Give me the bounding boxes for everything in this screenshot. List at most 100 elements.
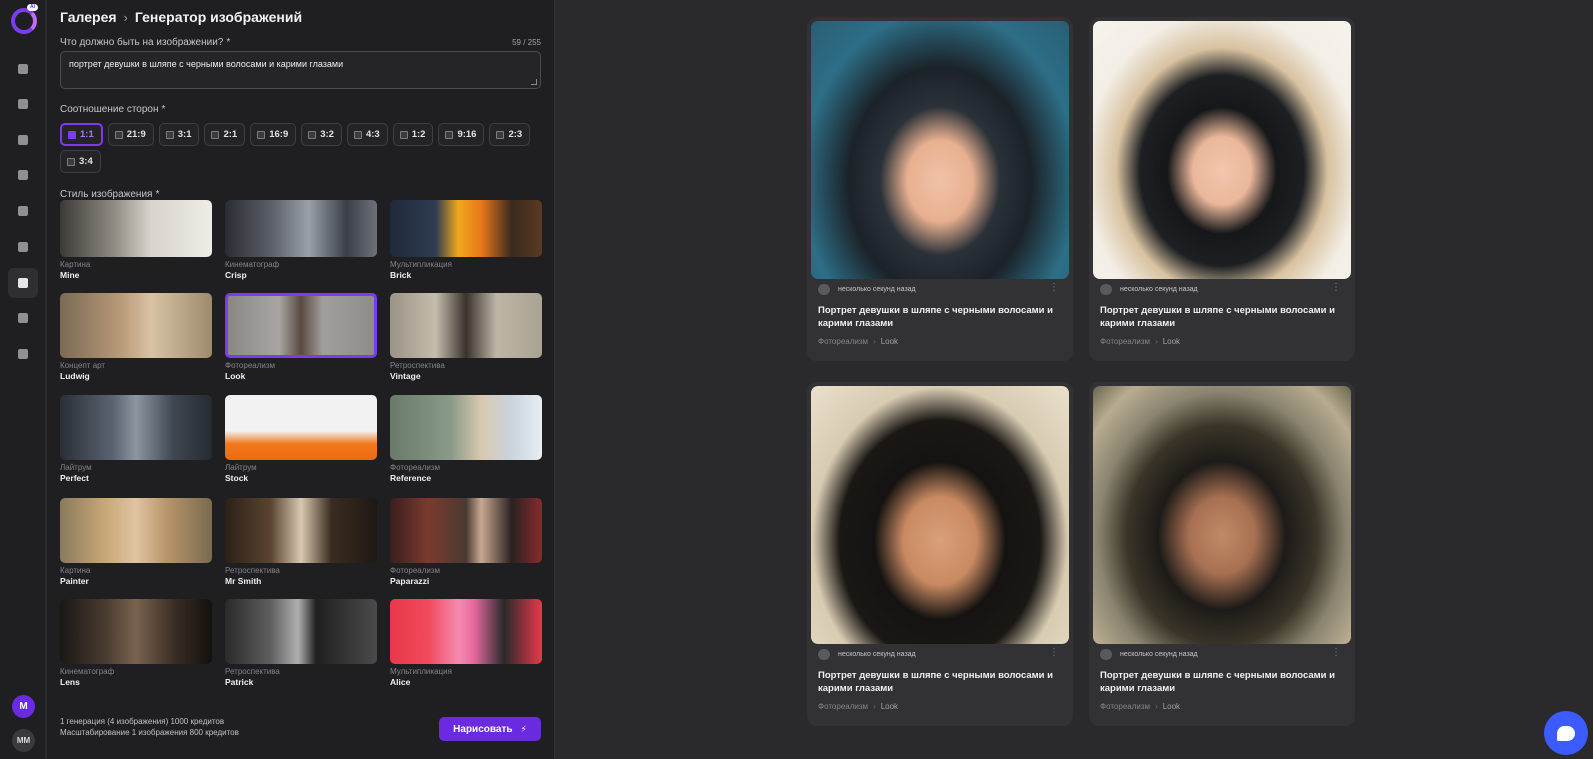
ratio-label: Соотношение сторон * [60, 104, 166, 115]
ratio-option[interactable]: 1:1 [60, 123, 103, 146]
style-card[interactable]: Мультипликация Alice [390, 599, 542, 687]
style-card[interactable]: Лайтрум Stock [225, 395, 377, 483]
style-label: Стиль изображения * [60, 189, 160, 200]
card-title: Портрет девушки в шляпе с черными волоса… [1100, 670, 1335, 694]
frame-icon [399, 130, 408, 139]
video-icon[interactable] [12, 307, 34, 329]
style-card-selected[interactable]: Фотореализм Look [225, 293, 377, 381]
avatar[interactable]: M [12, 695, 35, 718]
style-thumbnail [225, 200, 377, 257]
generated-image[interactable] [1093, 21, 1351, 279]
chat-icon [1557, 725, 1575, 741]
card-meta: несколько секунд назад [1100, 284, 1198, 295]
chevron-right-icon: › [873, 702, 876, 711]
heart-icon[interactable] [818, 649, 830, 660]
frame-icon [114, 130, 123, 139]
style-thumbnail [60, 498, 212, 563]
style-thumbnail [60, 599, 212, 664]
style-card[interactable]: Картина Mine [60, 200, 212, 280]
style-thumbnail [390, 498, 542, 563]
image-generator-icon[interactable] [8, 268, 38, 298]
gallery-card[interactable]: несколько секунд назад ⋮ Портрет девушки… [1089, 17, 1355, 361]
card-meta: несколько секунд назад [818, 284, 916, 295]
home-icon[interactable] [12, 58, 34, 80]
gallery-card[interactable]: несколько секунд назад ⋮ Портрет девушки… [807, 382, 1073, 726]
ratio-option[interactable]: 2:1 [204, 123, 246, 146]
card-title: Портрет девушки в шляпе с черными волоса… [818, 305, 1053, 329]
style-card[interactable]: Ретроспектива Vintage [390, 293, 542, 381]
frame-icon [308, 130, 317, 139]
card-meta: несколько секунд назад [818, 649, 916, 660]
breadcrumb-gallery-link[interactable]: Галерея [60, 9, 117, 25]
card-tags: Фотореализм › Look [1100, 337, 1181, 346]
frame-icon [165, 130, 174, 139]
ratio-options-row2: 3:4 [60, 150, 101, 173]
style-thumbnail [390, 293, 542, 358]
ratio-option[interactable]: 9:16 [438, 123, 485, 146]
resize-handle-icon[interactable] [531, 79, 537, 85]
heart-icon[interactable] [818, 284, 830, 295]
chevron-right-icon: › [123, 9, 128, 25]
frame-icon [211, 130, 220, 139]
ratio-option[interactable]: 21:9 [107, 123, 154, 146]
ratio-option[interactable]: 1:2 [392, 123, 434, 146]
style-card[interactable]: Лайтрум Perfect [60, 395, 212, 483]
coin-icon[interactable] [12, 343, 34, 365]
ratio-option[interactable]: 16:9 [250, 123, 297, 146]
chat-button[interactable] [1544, 711, 1588, 755]
style-thumbnail [225, 395, 377, 460]
style-thumbnail [390, 395, 542, 460]
add-icon[interactable] [12, 129, 34, 151]
logo-badge: AI [27, 4, 38, 11]
ratio-option[interactable]: 2:3 [489, 123, 531, 146]
more-icon[interactable]: ⋮ [1331, 282, 1341, 293]
ratio-option[interactable]: 3:4 [60, 150, 101, 173]
style-thumbnail [60, 293, 212, 358]
style-card[interactable]: Кинематограф Crisp [225, 200, 377, 280]
style-card[interactable]: Ретроспектива Mr Smith [225, 498, 377, 586]
ratio-option[interactable]: 4:3 [346, 123, 388, 146]
more-icon[interactable]: ⋮ [1049, 647, 1059, 658]
style-card[interactable]: Мультипликация Brick [390, 200, 542, 280]
prompt-label: Что должно быть на изображении? * [60, 37, 231, 48]
style-card[interactable]: Фотореализм Reference [390, 395, 542, 483]
frame-icon [445, 130, 454, 139]
chevron-right-icon: › [873, 337, 876, 346]
card-meta: несколько секунд назад [1100, 649, 1198, 660]
logo-icon[interactable] [11, 8, 37, 34]
profile-avatar[interactable]: MM [12, 729, 35, 752]
style-card[interactable]: Концепт арт Ludwig [60, 293, 212, 381]
education-icon[interactable] [12, 236, 34, 258]
palette-icon[interactable] [12, 200, 34, 222]
style-card[interactable]: Фотореализм Paparazzi [390, 498, 542, 586]
card-title: Портрет девушки в шляпе с черными волоса… [818, 670, 1053, 694]
gallery-card[interactable]: несколько секунд назад ⋮ Портрет девушки… [807, 17, 1073, 361]
style-card[interactable]: Ретроспектива Patrick [225, 599, 377, 687]
ratio-option[interactable]: 3:2 [301, 123, 342, 146]
more-icon[interactable]: ⋮ [1049, 282, 1059, 293]
style-card[interactable]: Кинематограф Lens [60, 599, 212, 687]
document-icon[interactable] [12, 93, 34, 115]
draw-button[interactable]: Нарисовать ⚡ [439, 717, 541, 741]
apps-icon[interactable] [12, 164, 34, 186]
prompt-input[interactable]: портрет девушки в шляпе с черными волоса… [60, 51, 541, 89]
more-icon[interactable]: ⋮ [1331, 647, 1341, 658]
style-card[interactable]: Картина Painter [60, 498, 212, 586]
style-thumbnail [60, 200, 212, 257]
style-thumbnail [390, 200, 542, 257]
ratio-option[interactable]: 3:1 [158, 123, 200, 146]
chevron-right-icon: › [1155, 337, 1158, 346]
left-rail: AI M MM [0, 0, 46, 759]
ratio-options: 1:1 21:9 3:1 2:1 16:9 3:2 4:3 1:2 9:16 2… [60, 123, 531, 146]
generator-panel: Галерея › Генератор изображений Что долж… [47, 0, 555, 759]
heart-icon[interactable] [1100, 649, 1112, 660]
generated-image[interactable] [811, 21, 1069, 279]
generated-image[interactable] [1093, 386, 1351, 644]
style-thumbnail [225, 599, 377, 664]
breadcrumb: Галерея › Генератор изображений [60, 9, 302, 25]
gallery-card[interactable]: несколько секунд назад ⋮ Портрет девушки… [1089, 382, 1355, 726]
heart-icon[interactable] [1100, 284, 1112, 295]
generated-image[interactable] [811, 386, 1069, 644]
prompt-text: портрет девушки в шляпе с черными волоса… [69, 59, 344, 69]
frame-icon [67, 157, 75, 166]
